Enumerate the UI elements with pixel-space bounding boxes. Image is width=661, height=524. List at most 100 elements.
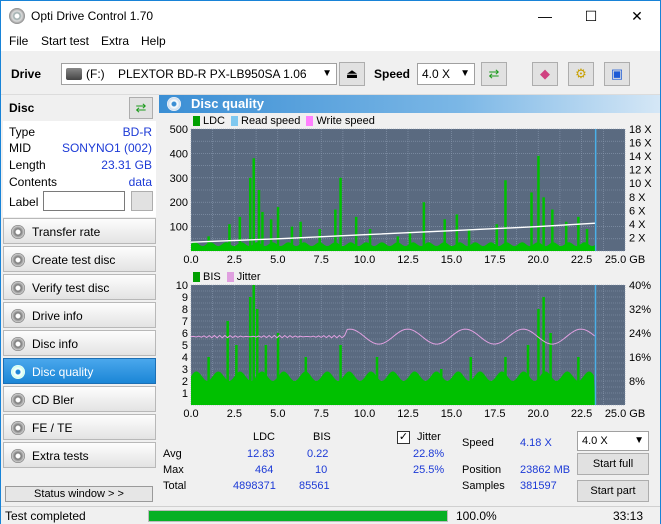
bis-spike [439,369,443,405]
y2-tick-label: 18 X [629,125,652,136]
y-tick-label: 200 [170,197,188,209]
y2-tick-label: 4 X [629,219,646,231]
ldc-spike [269,219,273,251]
stats-panel: LDC BIS ✓ Jitter Avg 12.83 0.22 22.8% Ma… [159,429,660,505]
nav-label: Create test disc [32,253,116,267]
start-part-button[interactable]: Start part [577,480,649,502]
menu-start-test[interactable]: Start test [41,34,89,48]
x-tick-label: 25.0 GB [605,254,645,265]
chevron-down-icon: ▼ [634,435,644,446]
ldc-spike [443,219,446,251]
nav-create-test-disc[interactable]: Create test disc [3,246,156,272]
y-tick-label: 5 [182,340,188,352]
status-bar: Test completed 100.0% 33:13 [1,506,660,524]
nav-disc-info[interactable]: Disc info [3,330,156,356]
y-tick-label: 9 [182,292,188,304]
y2-tick-label: 8% [629,376,645,388]
menu-file[interactable]: File [9,34,28,48]
x-tick-label: 20.0 [527,408,548,420]
menu-extra[interactable]: Extra [101,34,129,48]
bis-spike [469,357,472,405]
y2-tick-label: 2 X [629,232,646,244]
jitter-checkbox[interactable]: ✓ [397,431,410,444]
ldc-spike [551,209,554,251]
ldc-spike [422,202,426,251]
chevron-down-icon: ▼ [322,68,332,79]
samples-label: Samples [462,480,505,492]
bis-spike [249,297,252,405]
ldc-spike [577,216,580,251]
gear-icon: ⚙ [575,66,587,81]
disc-icon [11,337,25,351]
speed-select[interactable]: 4.0 X ▼ [417,63,475,85]
bis-spike [207,357,210,405]
y-tick-label: 1 [182,388,188,400]
ldc-chart: 500 400 300 200 100 18 X 16 X14 X 12 X10 X 8 X6 … [170,125,653,265]
speed-label: Speed [374,67,411,81]
nav-transfer-rate[interactable]: Transfer rate [3,218,156,244]
close-button[interactable]: ✕ [614,1,660,31]
minimize-button[interactable]: — [522,1,568,31]
nav-cd-bler[interactable]: CD Bler [3,386,156,412]
ldc-spike [368,229,372,251]
disc-app-icon [9,8,25,24]
disc-info-panel: Type BD-R MID SONYNO1 (002) Length 23.31… [3,121,156,217]
ldc-spike [455,214,459,251]
progress-bar [148,510,448,522]
bis-spike [252,285,255,405]
disc-label-input[interactable] [43,191,125,211]
ldc-spike [537,155,540,251]
x-tick-label: 22.5 [571,254,592,265]
eraser-icon: ◆ [540,66,550,81]
disc-icon [11,309,25,323]
disc-mid-label: MID [9,141,31,155]
col-bis: BIS [313,431,331,443]
nav-disc-quality[interactable]: Disc quality [3,358,156,384]
save-button[interactable]: ▣ [604,62,630,86]
disc-label-button[interactable] [131,191,153,211]
nav-label: Disc quality [32,365,94,379]
speed-stat-value: 4.18 X [520,437,552,449]
y2-tick-label: 10 X [629,178,652,190]
eject-icon: ⏏ [345,66,359,81]
status-window-button[interactable]: Status window > > [5,486,153,502]
ldc-spike [585,229,589,251]
menu-bar: File Start test Extra Help [1,31,660,51]
bis-spike [526,345,530,405]
menu-help[interactable]: Help [141,34,166,48]
erase-button[interactable]: ◆ [532,62,558,86]
x-tick-label: 0.0 [183,408,198,420]
disc-refresh-button[interactable]: ⇄ [129,97,153,119]
nav-drive-info[interactable]: Drive info [3,302,156,328]
y2-tick-label: 14 X [629,151,652,163]
y-tick-label: 7 [182,316,188,328]
nav-fe-te[interactable]: FE / TE [3,414,156,440]
drive-name: PLEXTOR BD-R PX-LB950SA 1.06 [118,67,307,81]
drive-select[interactable]: (F:) PLEXTOR BD-R PX-LB950SA 1.06 ▼ [61,63,337,85]
bis-spike [542,297,545,405]
ldc-spike [396,236,400,251]
ldc-spike [467,229,471,251]
elapsed-time: 33:13 [613,509,644,523]
sidebar: Disc ⇄ Type BD-R MID SONYNO1 (002) Lengt… [1,95,158,505]
nav-label: Verify test disc [32,281,110,295]
y-tick-label: 2 [182,376,188,388]
disc-length-value: 23.31 GB [101,158,152,172]
nav-extra-tests[interactable]: Extra tests [3,442,156,468]
refresh-button[interactable]: ⇄ [481,62,507,86]
disc-icon [11,281,25,295]
start-full-button[interactable]: Start full [577,453,649,475]
nav-verify-test-disc[interactable]: Verify test disc [3,274,156,300]
save-icon: ▣ [610,66,624,81]
nav-label: CD Bler [32,393,75,407]
settings-button[interactable]: ⚙ [568,62,594,86]
eject-button[interactable]: ⏏ [339,62,365,86]
test-speed-select[interactable]: 4.0 X ▼ [577,431,649,451]
chevron-down-icon: ▼ [460,68,470,79]
speed-stat-label: Speed [462,437,494,449]
maximize-button[interactable]: ☐ [568,1,614,31]
bis-spike [577,357,580,405]
title-bar: Opti Drive Control 1.70 — ☐ ✕ [1,1,660,31]
y2-tick-label: 16 X [629,138,652,150]
x-tick-label: 7.5 [314,408,329,420]
